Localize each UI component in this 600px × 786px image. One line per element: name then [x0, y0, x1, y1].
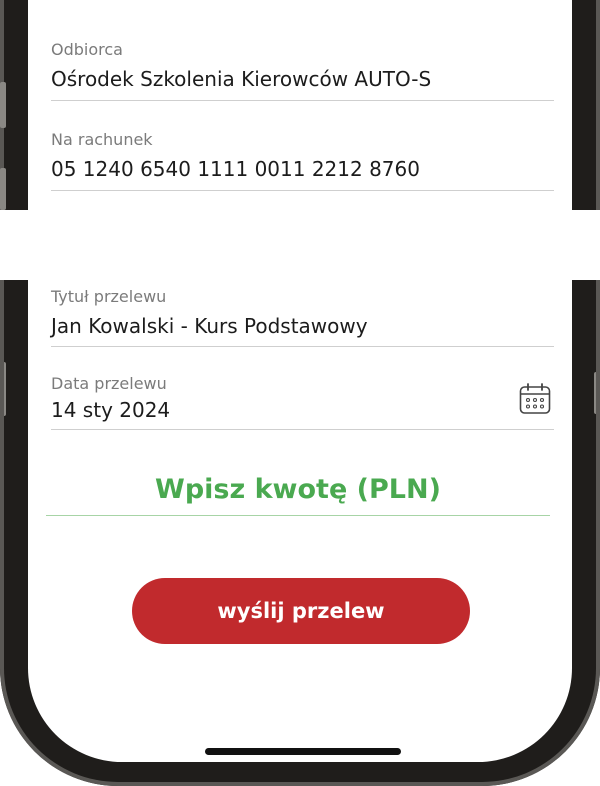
- home-indicator[interactable]: [205, 748, 401, 755]
- calendar-icon[interactable]: [518, 382, 552, 416]
- side-button: [0, 82, 6, 128]
- side-button: [594, 372, 600, 414]
- send-transfer-button[interactable]: wyślij przelew: [132, 578, 470, 644]
- account-value: 05 1240 6540 1111 0011 2212 8760: [51, 157, 420, 181]
- recipient-value: Ośrodek Szkolenia Kierowców AUTO-S: [51, 67, 432, 91]
- transfer-title-value: Jan Kowalski - Kurs Podstawowy: [51, 314, 368, 338]
- frame-rim-right: [596, 0, 600, 210]
- transfer-title-field[interactable]: Tytuł przelewu Jan Kowalski - Kurs Podst…: [51, 287, 554, 347]
- side-button: [0, 168, 6, 210]
- transfer-date-label: Data przelewu: [51, 374, 167, 393]
- side-button: [0, 362, 6, 416]
- account-label: Na rachunek: [51, 130, 153, 149]
- recipient-field[interactable]: Odbiorca Ośrodek Szkolenia Kierowców AUT…: [51, 40, 554, 101]
- phone-frame-bottom: [0, 280, 600, 786]
- recipient-label: Odbiorca: [51, 40, 123, 59]
- transfer-title-label: Tytuł przelewu: [51, 287, 167, 306]
- transfer-date-value: 14 sty 2024: [51, 398, 171, 422]
- account-field[interactable]: Na rachunek 05 1240 6540 1111 0011 2212 …: [51, 130, 554, 191]
- amount-placeholder: Wpisz kwotę (PLN): [155, 474, 441, 505]
- transfer-date-field[interactable]: Data przelewu 14 sty 2024: [51, 374, 554, 430]
- amount-input[interactable]: Wpisz kwotę (PLN): [46, 470, 550, 516]
- screen-bottom: [28, 280, 572, 762]
